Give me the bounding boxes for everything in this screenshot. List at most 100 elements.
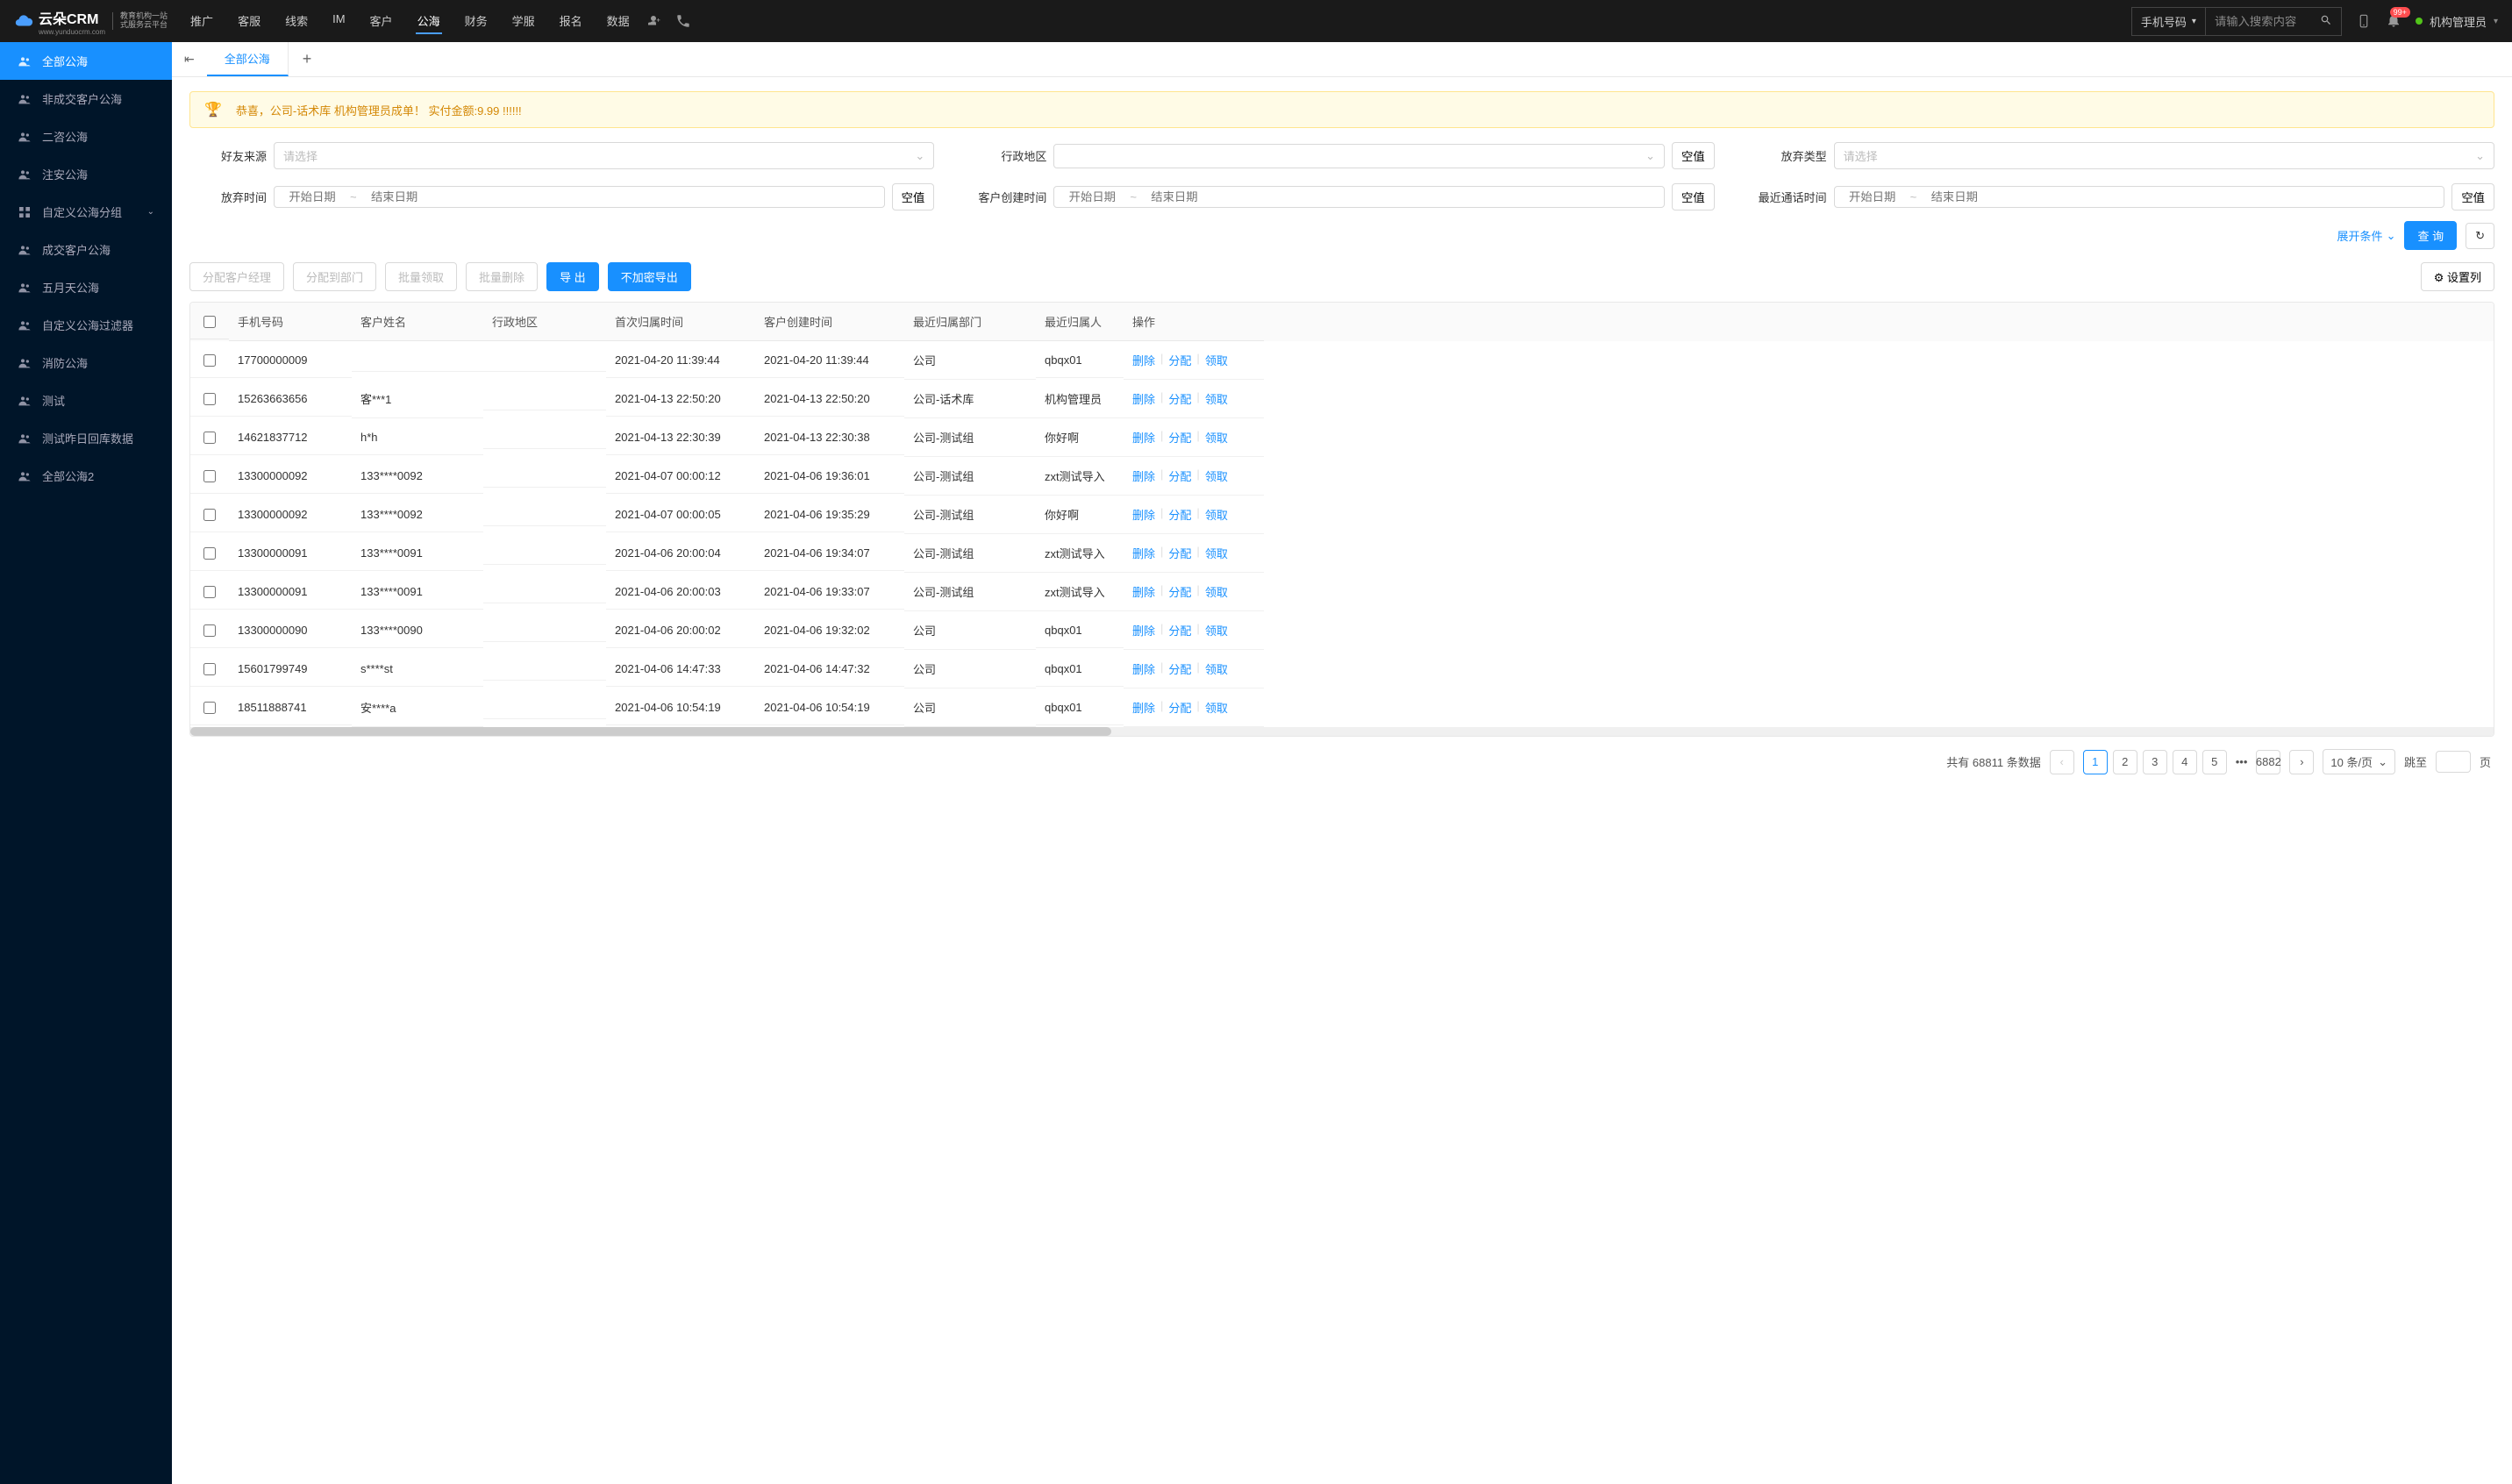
op-claim[interactable]: 领取 <box>1205 545 1228 561</box>
sidebar-item[interactable]: 五月天公海 <box>0 268 172 306</box>
expand-filters-link[interactable]: 展开条件 ⌄ <box>2337 227 2396 244</box>
nav-客服[interactable]: 客服 <box>236 9 262 34</box>
abandon-null-button[interactable]: 空值 <box>892 183 935 210</box>
row-checkbox[interactable] <box>203 702 216 714</box>
row-checkbox[interactable] <box>203 470 216 482</box>
op-delete[interactable]: 删除 <box>1132 660 1155 677</box>
nav-报名[interactable]: 报名 <box>558 9 584 34</box>
search-type-select[interactable]: 手机号码▾ <box>2132 8 2206 35</box>
nav-IM[interactable]: IM <box>331 9 346 34</box>
sidebar-item[interactable]: 消防公海 <box>0 344 172 382</box>
op-delete[interactable]: 删除 <box>1132 467 1155 484</box>
nav-数据[interactable]: 数据 <box>605 9 632 34</box>
page-size-select[interactable]: 10 条/页⌄ <box>2323 749 2395 774</box>
batch-delete-button[interactable]: 批量删除 <box>466 262 538 291</box>
set-columns-button[interactable]: ⚙ 设置列 <box>2421 262 2494 291</box>
reload-button[interactable]: ↻ <box>2466 223 2494 249</box>
search-button[interactable] <box>2311 9 2341 34</box>
sidebar-item[interactable]: 全部公海2 <box>0 457 172 495</box>
row-checkbox[interactable] <box>203 663 216 675</box>
call-null-button[interactable]: 空值 <box>2451 183 2494 210</box>
assign-manager-button[interactable]: 分配客户经理 <box>189 262 284 291</box>
add-user-icon[interactable] <box>646 13 661 29</box>
select-all-checkbox[interactable] <box>203 316 216 328</box>
export-button[interactable]: 导 出 <box>546 262 599 291</box>
notification-bell[interactable]: 99+ <box>2386 12 2401 31</box>
pager-page[interactable]: 3 <box>2143 750 2167 774</box>
op-assign[interactable]: 分配 <box>1168 583 1191 600</box>
sidebar-item[interactable]: 自定义公海分组⌄ <box>0 193 172 231</box>
call-end-input[interactable] <box>1923 190 1985 203</box>
pager-page[interactable]: 2 <box>2113 750 2137 774</box>
nav-线索[interactable]: 线索 <box>283 9 310 34</box>
abandon-type-select[interactable]: 请选择⌄ <box>1834 142 2494 169</box>
op-claim[interactable]: 领取 <box>1205 506 1228 523</box>
region-null-button[interactable]: 空值 <box>1672 142 1715 169</box>
scrollbar-thumb[interactable] <box>190 727 1111 736</box>
create-time-range[interactable]: ~ <box>1053 186 1665 208</box>
op-assign[interactable]: 分配 <box>1168 429 1191 446</box>
op-claim[interactable]: 领取 <box>1205 352 1228 368</box>
op-delete[interactable]: 删除 <box>1132 506 1155 523</box>
op-claim[interactable]: 领取 <box>1205 390 1228 407</box>
call-time-range[interactable]: ~ <box>1834 186 2445 208</box>
op-delete[interactable]: 删除 <box>1132 429 1155 446</box>
create-start-input[interactable] <box>1061 190 1123 203</box>
pager-last[interactable]: 6882 <box>2256 750 2280 774</box>
sidebar-item[interactable]: 非成交客户公海 <box>0 80 172 118</box>
nav-学服[interactable]: 学服 <box>510 9 537 34</box>
op-assign[interactable]: 分配 <box>1168 622 1191 639</box>
op-assign[interactable]: 分配 <box>1168 390 1191 407</box>
create-end-input[interactable] <box>1144 190 1205 203</box>
pager-jump-input[interactable] <box>2436 751 2471 773</box>
sidebar-item[interactable]: 成交客户公海 <box>0 231 172 268</box>
op-delete[interactable]: 删除 <box>1132 699 1155 716</box>
tab-all-sea[interactable]: 全部公海 <box>207 42 289 76</box>
admin-region-select[interactable]: ⌄ <box>1053 144 1665 168</box>
query-button[interactable]: 查 询 <box>2404 221 2457 250</box>
op-claim[interactable]: 领取 <box>1205 467 1228 484</box>
row-checkbox[interactable] <box>203 547 216 560</box>
op-delete[interactable]: 删除 <box>1132 622 1155 639</box>
user-menu[interactable]: 机构管理员 ▾ <box>2416 13 2498 30</box>
mobile-icon[interactable] <box>2356 13 2372 29</box>
op-claim[interactable]: 领取 <box>1205 429 1228 446</box>
row-checkbox[interactable] <box>203 509 216 521</box>
pager-page[interactable]: 5 <box>2202 750 2227 774</box>
tab-add-button[interactable]: + <box>289 50 326 68</box>
row-checkbox[interactable] <box>203 586 216 598</box>
op-assign[interactable]: 分配 <box>1168 545 1191 561</box>
row-checkbox[interactable] <box>203 354 216 367</box>
op-assign[interactable]: 分配 <box>1168 467 1191 484</box>
op-assign[interactable]: 分配 <box>1168 352 1191 368</box>
nav-财务[interactable]: 财务 <box>463 9 489 34</box>
search-input[interactable] <box>2206 10 2311 33</box>
pager-page[interactable]: 1 <box>2083 750 2108 774</box>
nav-公海[interactable]: 公海 <box>416 9 442 34</box>
abandon-start-input[interactable] <box>282 190 343 203</box>
phone-icon[interactable] <box>675 13 691 29</box>
assign-dept-button[interactable]: 分配到部门 <box>293 262 376 291</box>
op-assign[interactable]: 分配 <box>1168 699 1191 716</box>
sidebar-item[interactable]: 二咨公海 <box>0 118 172 155</box>
sidebar-item[interactable]: 注安公海 <box>0 155 172 193</box>
sidebar-item[interactable]: 测试 <box>0 382 172 419</box>
nav-推广[interactable]: 推广 <box>189 9 215 34</box>
op-claim[interactable]: 领取 <box>1205 622 1228 639</box>
friend-source-select[interactable]: 请选择⌄ <box>274 142 934 169</box>
sidebar-item[interactable]: 全部公海 <box>0 42 172 80</box>
row-checkbox[interactable] <box>203 393 216 405</box>
abandon-time-range[interactable]: ~ <box>274 186 885 208</box>
sidebar-item[interactable]: 自定义公海过滤器 <box>0 306 172 344</box>
op-claim[interactable]: 领取 <box>1205 699 1228 716</box>
call-start-input[interactable] <box>1842 190 1903 203</box>
op-delete[interactable]: 删除 <box>1132 390 1155 407</box>
op-claim[interactable]: 领取 <box>1205 660 1228 677</box>
tab-collapse-icon[interactable]: ⇤ <box>172 52 207 67</box>
abandon-end-input[interactable] <box>364 190 425 203</box>
op-claim[interactable]: 领取 <box>1205 583 1228 600</box>
pager-prev[interactable]: ‹ <box>2050 750 2074 774</box>
op-delete[interactable]: 删除 <box>1132 583 1155 600</box>
nav-客户[interactable]: 客户 <box>368 9 395 34</box>
op-delete[interactable]: 删除 <box>1132 352 1155 368</box>
